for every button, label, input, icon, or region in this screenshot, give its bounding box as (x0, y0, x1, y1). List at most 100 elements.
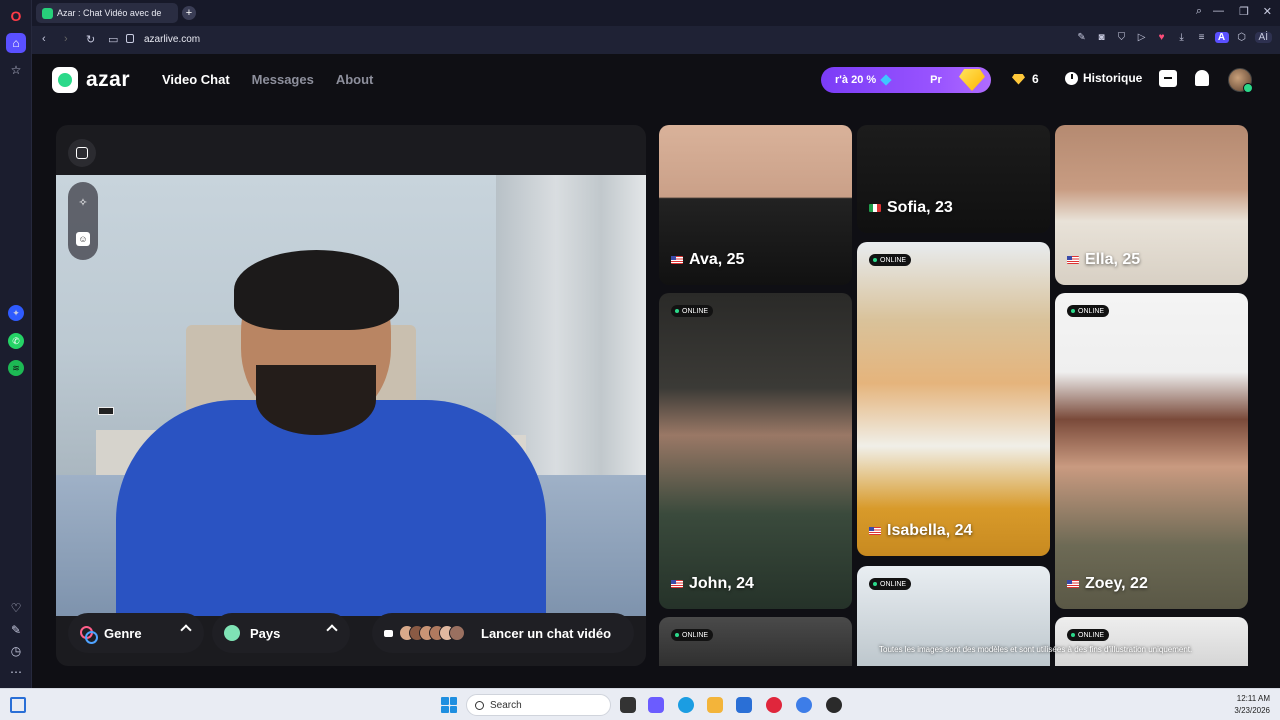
start-video-chat-button[interactable]: Lancer un chat vidéo (372, 613, 634, 653)
online-badge: ONLINE (1067, 629, 1110, 641)
extensions-icon[interactable]: ⬡ (1235, 32, 1249, 43)
video-panel: ✧ ☺ Genre Pays Lancer un chat vidéo (56, 125, 646, 666)
spotify-icon[interactable]: ≋ (8, 360, 24, 376)
chevron-up-icon (180, 624, 192, 636)
task-view-icon[interactable] (620, 697, 636, 713)
shield-icon[interactable]: ⛉ (1115, 32, 1129, 43)
minimize-icon[interactable]: — (1213, 5, 1224, 17)
edge-icon[interactable] (678, 697, 694, 713)
search-placeholder: Search (490, 699, 522, 711)
nav-about[interactable]: About (336, 72, 374, 87)
online-badge: ONLINE (869, 254, 912, 266)
site-header: azar Video Chat Messages About r'à 20 % … (32, 54, 1280, 106)
heart-icon[interactable]: ♡ (6, 598, 26, 618)
download-icon[interactable]: ⤓ (1175, 32, 1189, 43)
flag-us-icon (1067, 580, 1079, 588)
store-icon[interactable] (1159, 70, 1177, 87)
clock-time: 12:11 AM (1236, 694, 1270, 703)
profile-name: Sofia, 23 (869, 199, 953, 217)
gem-small-icon (1012, 73, 1025, 85)
url-field[interactable]: azarlive.com (144, 34, 200, 45)
new-tab-button[interactable]: + (182, 6, 196, 20)
windows-start-icon[interactable] (441, 697, 457, 713)
azar-favicon-icon (42, 7, 53, 19)
expand-icon[interactable] (68, 139, 96, 167)
menu-icon[interactable]: ≡ (1195, 32, 1209, 43)
store-app-icon[interactable] (736, 697, 752, 713)
online-badge: ONLINE (869, 578, 912, 590)
app-icon[interactable] (826, 697, 842, 713)
profile-card[interactable]: ONLINE Zoey, 22 (1055, 293, 1248, 609)
promo-banner[interactable]: r'à 20 % Pr (821, 67, 991, 93)
clock-date: 3/23/2026 (1234, 706, 1270, 715)
whatsapp-icon[interactable]: ✆ (8, 333, 24, 349)
back-icon[interactable]: ‹ (42, 33, 46, 45)
nav-video-chat[interactable]: Video Chat (162, 72, 230, 87)
profile-card[interactable]: Ava, 25 (659, 125, 852, 285)
gem-icon (959, 69, 985, 91)
browser-sidebar: O ⌂ ☆ ✦ ✆ ≋ ♡ ✎ ◷ ⋯ (0, 0, 32, 688)
system-clock[interactable]: 12:11 AM 3/23/2026 (1234, 693, 1270, 717)
user-faces-preview (399, 625, 465, 641)
profile-button[interactable]: A (1214, 32, 1229, 43)
avatar[interactable] (1228, 68, 1253, 93)
history-clock-icon[interactable]: ◷ (6, 641, 26, 661)
chat-app-icon[interactable] (648, 697, 664, 713)
flag-it-icon (869, 204, 881, 212)
tab-bar: Azar : Chat Vidéo avec de + ⌕ — ❐ ✕ (32, 0, 1280, 26)
gender-filter-button[interactable]: Genre (68, 613, 204, 653)
play-icon[interactable]: ▷ (1135, 32, 1149, 43)
messenger-icon[interactable]: ✦ (8, 305, 24, 321)
face-filter-icon[interactable]: ☺ (76, 232, 90, 246)
camera-overlay-icon (98, 407, 114, 415)
home-icon[interactable]: ⌂ (6, 33, 26, 53)
gem-balance[interactable]: 6 (1012, 72, 1039, 86)
address-bar: ‹ › ↻ ▭ azarlive.com ✎ ◙ ⛉ ▷ ♥ ⤓ ≡ A ⬡ A… (32, 26, 1280, 54)
image-disclaimer: Toutes les images sont des modèles et so… (879, 645, 1193, 654)
country-label: Pays (250, 625, 281, 641)
history-button[interactable]: Historique (1065, 71, 1142, 85)
diamond-icon (880, 74, 892, 86)
online-badge: ONLINE (671, 305, 714, 317)
magic-wand-icon[interactable]: ✧ (76, 196, 90, 210)
bell-icon[interactable] (1195, 70, 1209, 86)
widgets-icon[interactable] (10, 697, 26, 713)
online-badge: ONLINE (1067, 305, 1110, 317)
app-icon[interactable] (796, 697, 812, 713)
camera-icon[interactable]: ◙ (1095, 32, 1109, 43)
heart-icon[interactable]: ♥ (1155, 32, 1169, 43)
gender-icon (80, 626, 98, 644)
taskbar-search[interactable]: Search (466, 694, 611, 716)
tab-azar[interactable]: Azar : Chat Vidéo avec de (36, 3, 178, 23)
close-icon[interactable]: ✕ (1263, 5, 1272, 18)
profile-card[interactable]: ONLINE (659, 617, 852, 666)
profile-card[interactable]: ONLINE John, 24 (659, 293, 852, 609)
ai-button[interactable]: Aİ (1254, 32, 1272, 43)
more-icon[interactable]: ⋯ (6, 662, 26, 682)
azar-logo[interactable]: azar (52, 67, 130, 93)
file-explorer-icon[interactable] (707, 697, 723, 713)
reload-icon[interactable]: ↻ (86, 33, 95, 46)
profile-card[interactable]: Sofia, 23 (857, 125, 1050, 233)
maximize-icon[interactable]: ❐ (1239, 5, 1249, 18)
flag-us-icon (671, 256, 683, 264)
forward-icon[interactable]: › (64, 33, 68, 45)
edit-icon[interactable]: ✎ (6, 620, 26, 640)
search-icon (475, 700, 484, 710)
edit-page-icon[interactable]: ✎ (1075, 32, 1089, 43)
tab-title: Azar : Chat Vidéo avec de (57, 8, 162, 18)
profile-card[interactable]: ONLINE (1055, 617, 1248, 666)
opera-logo-icon[interactable]: O (6, 6, 26, 26)
profile-card[interactable]: ONLINE Isabella, 24 (857, 242, 1050, 556)
profile-card[interactable]: Ella, 25 (1055, 125, 1248, 285)
start-label: Lancer un chat vidéo (481, 625, 612, 641)
nav-messages[interactable]: Messages (252, 72, 314, 87)
opera-icon[interactable] (766, 697, 782, 713)
snapshot-icon[interactable]: ▭ (108, 33, 118, 46)
gender-label: Genre (104, 625, 142, 641)
star-icon[interactable]: ☆ (6, 60, 26, 80)
logo-text: azar (86, 68, 131, 91)
country-filter-button[interactable]: Pays (212, 613, 350, 653)
effects-toolbar: ✧ ☺ (68, 182, 98, 260)
search-tabs-icon[interactable]: ⌕ (1196, 5, 1202, 18)
